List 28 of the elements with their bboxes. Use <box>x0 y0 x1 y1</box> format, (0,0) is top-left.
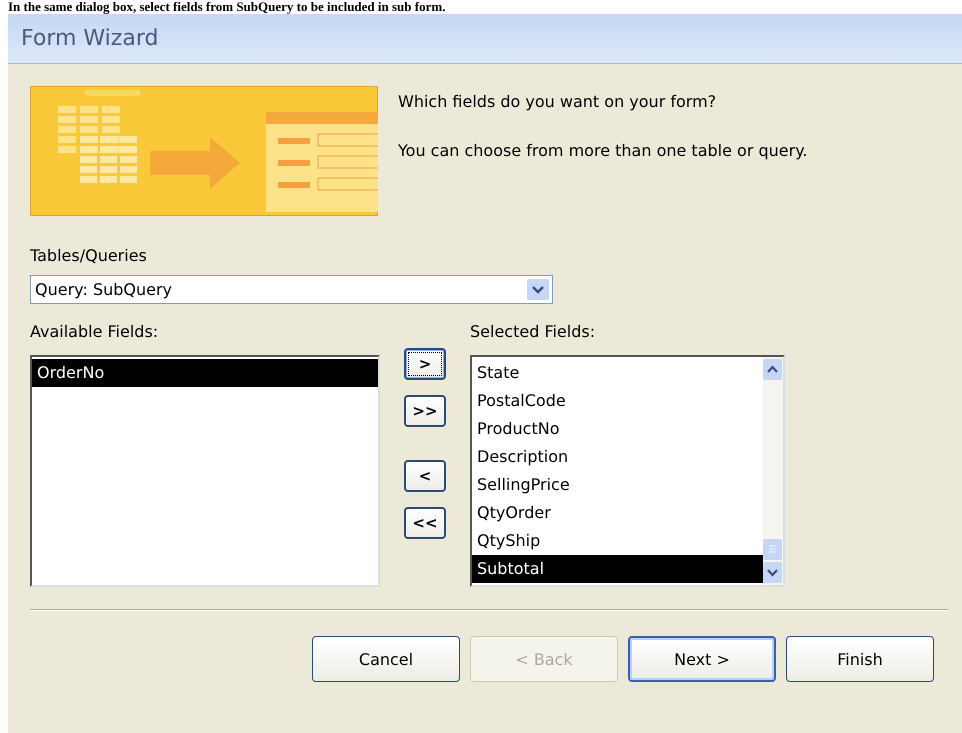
document-caption: In the same dialog box, select fields from SubQuery to be included in sub form. <box>7 0 446 14</box>
list-item[interactable]: State <box>472 359 763 387</box>
move-field-button[interactable]: >> <box>404 395 446 427</box>
list-item[interactable]: OrderNo <box>32 359 378 387</box>
tables-queries-label: Tables/Queries <box>30 246 148 265</box>
scroll-down-icon[interactable] <box>763 562 782 583</box>
wizard-button[interactable]: Next > <box>628 636 776 682</box>
list-item[interactable]: Subtotal <box>472 555 763 583</box>
instruction-text: You can choose from more than one table or query. <box>398 141 808 160</box>
scroll-thumb-icon[interactable] <box>763 539 782 560</box>
selected-fields-label: Selected Fields: <box>470 322 596 341</box>
move-field-button[interactable]: << <box>404 507 446 539</box>
list-item[interactable]: PostalCode <box>472 387 763 415</box>
list-item[interactable]: QtyOrder <box>472 499 763 527</box>
list-item[interactable]: QtyShip <box>472 527 763 555</box>
list-item[interactable]: ProductNo <box>472 415 763 443</box>
scroll-up-icon[interactable] <box>763 359 782 380</box>
move-field-button[interactable]: < <box>404 460 446 492</box>
move-field-button[interactable]: > <box>404 348 446 380</box>
wizard-button[interactable]: Cancel <box>312 636 460 682</box>
available-fields-label: Available Fields: <box>30 322 160 341</box>
list-item[interactable]: Description <box>472 443 763 471</box>
list-item[interactable]: SellingPrice <box>472 471 763 499</box>
window-title: Form Wizard <box>8 14 962 64</box>
scrollbar[interactable] <box>763 357 783 585</box>
instruction-text: Which fields do you want on your form? <box>398 92 718 111</box>
tables-queries-dropdown[interactable]: Query: SubQuery <box>30 275 553 304</box>
wizard-button[interactable]: Finish <box>786 636 934 682</box>
